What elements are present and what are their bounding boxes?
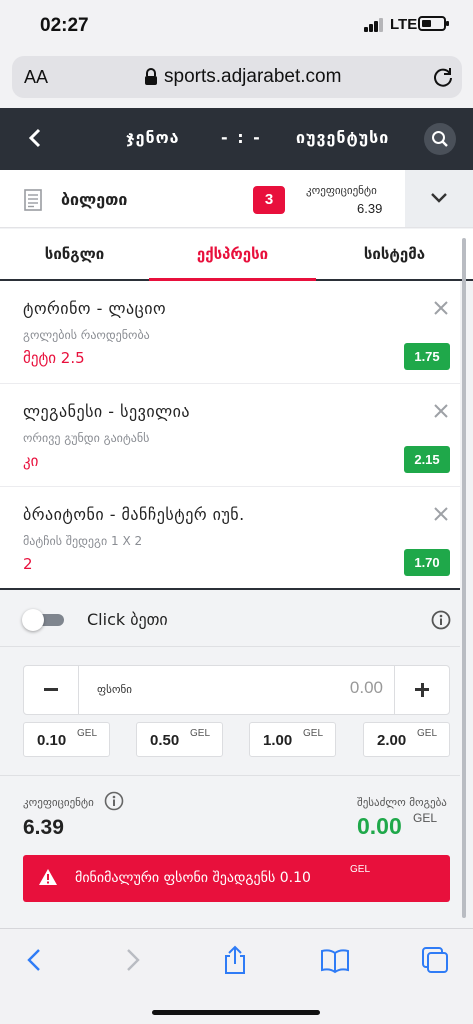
- bet-selections-list: ტორინო - ლაციო გოლების რაოდენობა მეტი 2.…: [0, 281, 460, 590]
- back-arrow-icon[interactable]: [26, 126, 44, 150]
- cellular-signal-icon: [364, 18, 384, 32]
- possible-win-currency: GEL: [413, 811, 438, 825]
- betslip-summary: კოეფიციენტი 6.39 შესაძლო მოგება 0.00 GEL…: [0, 777, 460, 927]
- selections-count-badge: 3: [253, 186, 285, 214]
- click-bet-toggle[interactable]: [22, 609, 64, 631]
- decrease-stake-button[interactable]: [24, 666, 79, 714]
- collapse-betslip-button[interactable]: [405, 170, 473, 227]
- tabs-icon[interactable]: [420, 945, 450, 975]
- ticket-icon: [24, 189, 42, 211]
- bet-market-name: ორივე გუნდი გაიტანს: [23, 431, 150, 445]
- url-text: sports.adjarabet.com: [164, 66, 342, 87]
- odd-badge: 1.75: [404, 343, 450, 370]
- possible-win-label: შესაძლო მოგება: [357, 796, 447, 809]
- quick-stake-currency: GEL: [417, 728, 438, 739]
- click-bet-row: Click ბეთი: [0, 592, 460, 647]
- bet-type-tabs: სინგლი ექსპრესი სისტემა: [0, 229, 473, 281]
- status-time: 02:27: [40, 15, 89, 36]
- bet-pick: კი: [23, 452, 39, 470]
- browser-toolbar: [0, 928, 473, 1024]
- quick-stake-button[interactable]: 2.00 GEL: [363, 722, 450, 757]
- browser-back-icon[interactable]: [20, 945, 50, 975]
- error-message: მინიმალური ფსონი შეადგენს 0.10: [75, 870, 311, 886]
- match-score: - : -: [221, 128, 262, 147]
- increase-stake-button[interactable]: [394, 666, 449, 714]
- stake-label: ფსონი: [97, 683, 132, 696]
- quick-stake-currency: GEL: [303, 728, 324, 739]
- bet-pick: მეტი 2.5: [23, 349, 85, 367]
- reload-icon[interactable]: [432, 66, 454, 88]
- quick-stake-currency: GEL: [77, 728, 98, 739]
- quick-stake-button[interactable]: 0.10 GEL: [23, 722, 110, 757]
- total-coef-label: კოეფიციენტი: [306, 184, 377, 197]
- bet-market-name: მატჩის შედეგი 1 X 2: [23, 534, 143, 548]
- quick-stake-amount: 0.10: [37, 732, 67, 749]
- remove-selection-icon[interactable]: [434, 404, 448, 418]
- bet-selection: ტორინო - ლაციო გოლების რაოდენობა მეტი 2.…: [0, 281, 460, 384]
- status-bar: 02:27 LTE: [0, 0, 473, 52]
- odd-badge: 1.70: [404, 549, 450, 576]
- browser-address-area: AA sports.adjarabet.com: [0, 52, 473, 108]
- quick-stake-currency: GEL: [190, 728, 211, 739]
- possible-win-value: 0.00: [357, 813, 402, 839]
- tab-express[interactable]: ექსპრესი: [149, 229, 316, 279]
- quick-stake-amount: 2.00: [377, 732, 407, 749]
- network-type: LTE: [390, 16, 418, 33]
- match-header: ჯენოა - : - იუვენტუსი: [0, 108, 473, 170]
- summary-coef-label: კოეფიციენტი: [23, 796, 94, 809]
- text-size-button[interactable]: AA: [24, 67, 48, 88]
- info-icon[interactable]: [431, 610, 451, 630]
- text-size-label: AA: [24, 67, 49, 87]
- battery-icon: [418, 16, 449, 31]
- error-currency: GEL: [350, 864, 371, 875]
- bet-selection: ლეგანესი - სევილია ორივე გუნდი გაიტანს კ…: [0, 384, 460, 487]
- stake-input-row: ფსონი 0.00: [23, 665, 450, 715]
- remove-selection-icon[interactable]: [434, 301, 448, 315]
- chevron-down-icon: [431, 193, 447, 203]
- home-team-name: ჯენოა: [126, 128, 180, 147]
- stake-input[interactable]: 0.00: [350, 678, 383, 698]
- browser-forward-icon[interactable]: [117, 945, 147, 975]
- remove-selection-icon[interactable]: [434, 507, 448, 521]
- min-stake-error: მინიმალური ფსონი შეადგენს 0.10 GEL: [23, 855, 450, 902]
- tab-system[interactable]: სისტემა: [316, 229, 473, 279]
- odd-badge: 2.15: [404, 446, 450, 473]
- stake-area: ფსონი 0.00 0.10 GEL 0.50 GEL 1.00 GEL 2.…: [0, 648, 460, 776]
- tab-single[interactable]: სინგლი: [0, 229, 149, 279]
- share-icon[interactable]: [220, 945, 250, 975]
- bet-match-name: ბრაიტონი - მანჩესტერ იუნ.: [23, 505, 245, 524]
- bet-pick: 2: [23, 555, 33, 573]
- summary-coef-value: 6.39: [23, 816, 64, 839]
- total-coef-value: 6.39: [357, 201, 383, 216]
- bookmarks-icon[interactable]: [320, 945, 350, 975]
- search-icon: [432, 131, 448, 147]
- betslip-label: ბილეთი: [61, 190, 128, 209]
- quick-stake-amount: 1.00: [263, 732, 293, 749]
- quick-stake-button[interactable]: 1.00 GEL: [249, 722, 336, 757]
- bet-match-name: ლეგანესი - სევილია: [23, 402, 191, 421]
- lock-icon: [145, 68, 157, 85]
- away-team-name: იუვენტუსი: [296, 128, 390, 147]
- search-button[interactable]: [424, 123, 456, 155]
- quick-stake-button[interactable]: 0.50 GEL: [136, 722, 223, 757]
- home-indicator: [152, 1010, 320, 1015]
- bet-market-name: გოლების რაოდენობა: [23, 328, 150, 342]
- quick-stake-amount: 0.50: [150, 732, 180, 749]
- scrollbar[interactable]: [462, 238, 466, 918]
- click-bet-label: Click ბეთი: [87, 610, 168, 629]
- info-icon[interactable]: [104, 791, 124, 811]
- address-bar[interactable]: AA sports.adjarabet.com: [12, 56, 462, 98]
- warning-icon: [39, 869, 57, 885]
- betslip-header[interactable]: ბილეთი 3 კოეფიციენტი 6.39: [0, 170, 473, 228]
- bet-selection: ბრაიტონი - მანჩესტერ იუნ. მატჩის შედეგი …: [0, 487, 460, 590]
- bet-match-name: ტორინო - ლაციო: [23, 299, 167, 318]
